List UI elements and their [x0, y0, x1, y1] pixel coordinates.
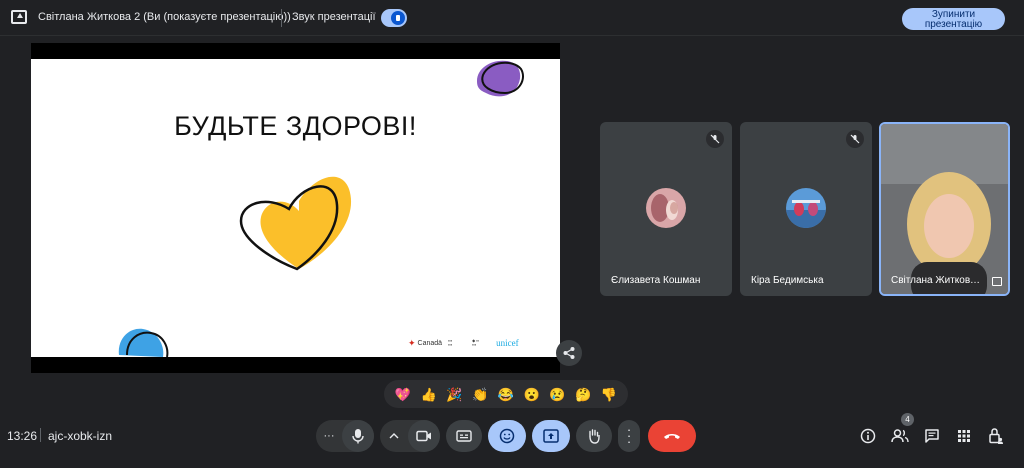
present-now-button[interactable] — [532, 420, 570, 452]
leave-call-button[interactable] — [648, 420, 696, 452]
hand-icon — [589, 429, 600, 444]
present-screen-icon — [11, 10, 27, 24]
slide: БУДЬТЕ ЗДОРОВІ! ✦ Canadä ▪▪▪ ▪▪▪ ◆ ▪▪ ▪▪▪ … — [31, 59, 560, 357]
apps-grid-icon — [958, 430, 970, 442]
captions-button[interactable] — [446, 420, 482, 452]
share-button[interactable] — [556, 340, 582, 366]
pin-icon[interactable] — [992, 277, 1002, 286]
divider — [40, 428, 41, 442]
unicef-logo: unicef — [496, 338, 519, 348]
people-icon — [891, 429, 909, 443]
presenter-text: Світлана Житкова 2 (Ви (показуєте презен… — [38, 11, 291, 23]
participant-name: Єлизавета Кошман — [611, 275, 701, 286]
video-camera-icon — [416, 430, 431, 442]
mic-icon — [352, 429, 364, 444]
reaction-sad[interactable]: 😢 — [549, 388, 565, 401]
chat-button[interactable] — [921, 425, 943, 447]
share-icon — [563, 347, 575, 359]
chat-icon — [925, 429, 939, 443]
call-end-icon — [664, 434, 680, 439]
reaction-surprised[interactable]: 😮 — [524, 388, 540, 401]
reaction-laugh[interactable]: 😂 — [498, 388, 514, 401]
reactions-bar: 💖 👍 🎉 👏 😂 😮 😢 🤔 👎 — [384, 380, 628, 408]
host-controls-button[interactable] — [985, 425, 1007, 447]
raise-hand-button[interactable] — [576, 420, 612, 452]
participant-name: Кіра Бедимська — [751, 275, 824, 286]
more-options-button[interactable]: · · · — [618, 420, 640, 452]
mic-button[interactable] — [342, 420, 374, 452]
presentation-sound-toggle[interactable] — [381, 9, 407, 27]
partner-logo-2: ◆ ▪▪ ▪▪▪ — [472, 338, 480, 347]
more-horiz-icon: ··· — [323, 430, 335, 442]
partner-logo-1: ▪▪▪ ▪▪▪ — [448, 338, 453, 347]
participant-tile-self[interactable]: Світлана Житкова 2 — [879, 122, 1010, 296]
reaction-thinking[interactable]: 🤔 — [575, 388, 591, 401]
partner-logos: ✦ Canadä ▪▪▪ ▪▪▪ ◆ ▪▪ ▪▪▪ unicef — [408, 335, 519, 351]
camera-options-button[interactable] — [380, 420, 408, 452]
meeting-code: ajc-xobk-izn — [48, 429, 113, 443]
speaker-icon — [391, 11, 405, 25]
self-video — [881, 124, 1008, 294]
info-icon — [860, 428, 876, 444]
participant-tile[interactable]: Єлизавета Кошман — [600, 122, 732, 296]
reaction-thumbs-down[interactable]: 👎 — [601, 388, 617, 401]
emoji-reactions-button[interactable] — [488, 420, 526, 452]
avatar — [646, 188, 686, 228]
reaction-clap[interactable]: 👏 — [472, 388, 488, 401]
mic-options-button[interactable]: ··· — [316, 420, 342, 452]
mic-off-icon — [706, 130, 724, 148]
participant-name: Світлана Житкова 2 — [891, 275, 983, 286]
lock-person-icon — [989, 428, 1003, 444]
mic-off-icon — [846, 130, 864, 148]
presentation-tile: БУДЬТЕ ЗДОРОВІ! ✦ Canadä ▪▪▪ ▪▪▪ ◆ ▪▪ ▪▪▪ … — [31, 43, 560, 373]
maple-leaf-icon: ✦ — [408, 337, 416, 348]
stop-presenting-button[interactable]: Зупинити презентацію — [902, 8, 1005, 30]
chevron-up-icon — [389, 433, 399, 439]
closed-captions-icon — [456, 430, 472, 442]
slide-decoration — [118, 60, 524, 357]
divider — [281, 9, 282, 27]
participant-count-badge: 4 — [901, 413, 914, 426]
slide-title: БУДЬТЕ ЗДОРОВІ! — [174, 111, 417, 141]
meeting-time: 13:26 — [7, 429, 38, 443]
camera-button[interactable] — [408, 420, 440, 452]
participant-tile[interactable]: Кіра Бедимська — [740, 122, 872, 296]
presentation-sound-label: Звук презентації — [292, 11, 376, 23]
more-vert-icon: · · · — [626, 422, 632, 449]
presentation-bar: Світлана Житкова 2 (Ви (показуєте презен… — [0, 0, 1024, 36]
reaction-thumbs-up[interactable]: 👍 — [421, 388, 437, 401]
avatar — [786, 188, 826, 228]
present-to-all-icon — [543, 429, 559, 443]
smile-icon — [499, 428, 515, 444]
meeting-details-button[interactable] — [857, 425, 879, 447]
canada-logo: ✦ Canadä — [408, 337, 443, 348]
activities-button[interactable] — [953, 425, 975, 447]
people-button[interactable] — [889, 425, 911, 447]
reaction-party[interactable]: 🎉 — [446, 388, 462, 401]
reaction-sparkling-heart[interactable]: 💖 — [395, 388, 411, 401]
